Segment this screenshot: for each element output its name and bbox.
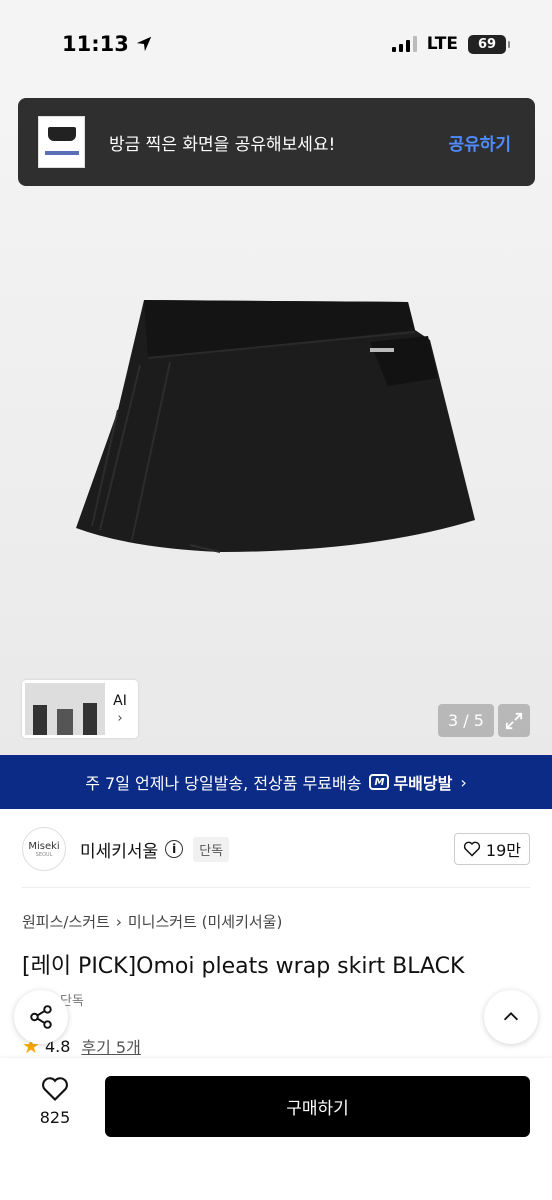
share-button[interactable] [14,990,68,1044]
brand-logo-text: Miseki [28,840,60,852]
style-photos [25,683,105,735]
brand-like-count: 19만 [485,841,521,860]
brand-name[interactable]: 미세키서울 [80,837,158,862]
product-image-gallery[interactable]: 방금 찍은 화면을 공유해보세요! 공유하기 AI › 3 / 5 [0,90,552,755]
reviews-link[interactable]: 후기 5개 [81,1034,140,1058]
signal-icon [391,36,417,52]
shipping-banner[interactable]: 주 7일 언제나 당일발송, 전상품 무료배송 M 무배당발 › [0,755,552,809]
share-icon [30,1005,52,1029]
product-image [76,300,475,553]
location-arrow-icon [136,36,152,52]
brand-row: Miseki SEOUL 미세키서울 i 단독 19만 [22,825,530,873]
brand-like-button[interactable]: 19만 [453,833,530,865]
divider [22,887,530,888]
info-icon[interactable]: i [165,840,184,858]
chevron-right-icon: › [115,912,122,931]
brand-logo-subtext: SEOUL [35,851,53,858]
battery-icon: 69 [468,34,510,54]
free-shipping-label: 무배당발 [393,774,453,793]
chevron-right-icon: › [460,772,467,792]
expand-icon [505,712,523,729]
status-bar: 11:13 LTE 69 [0,0,552,90]
scroll-top-button[interactable] [484,990,538,1044]
wishlist-button[interactable]: 825 [22,1076,88,1127]
wishlist-count: 825 [39,1108,71,1127]
breadcrumb-category[interactable]: 원피스/스커트 [22,911,110,932]
status-time: 11:13 [62,32,153,56]
buy-button[interactable]: 구매하기 [105,1076,530,1137]
breadcrumb-subcategory[interactable]: 미니스커트 (미세키서울) [128,911,282,932]
breadcrumb: 원피스/스커트 › 미니스커트 (미세키서울) [22,911,282,932]
network-label: LTE [426,34,458,54]
expand-button[interactable] [498,704,530,737]
brand-logo[interactable]: Miseki SEOUL [22,827,66,871]
heart-icon [42,1077,68,1101]
heart-icon [463,841,481,857]
free-shipping-badge: M 무배당발 [369,770,452,794]
status-indicators: LTE 69 [391,34,510,54]
ai-label: AI [113,692,127,709]
bottom-action-bar: 825 구매하기 [0,1058,552,1200]
ai-style-thumbnail[interactable]: AI › [22,680,138,738]
share-toast-button[interactable]: 공유하기 [448,130,511,155]
exclusive-badge: 단독 [193,836,230,862]
chevron-up-icon [503,1012,519,1021]
screenshot-thumbnail [38,116,85,168]
share-toast-message: 방금 찍은 화면을 공유해보세요! [109,134,336,155]
truck-icon: M [369,774,390,790]
chevron-right-icon: › [117,710,123,726]
shipping-text: 주 7일 언제나 당일발송, 전상품 무료배송 [85,774,362,793]
image-page-counter: 3 / 5 [438,704,494,737]
product-title: [레이 PICK]Omoi pleats wrap skirt BLACK [22,954,465,979]
share-toast: 방금 찍은 화면을 공유해보세요! 공유하기 [18,98,535,186]
time-text: 11:13 [62,32,129,56]
